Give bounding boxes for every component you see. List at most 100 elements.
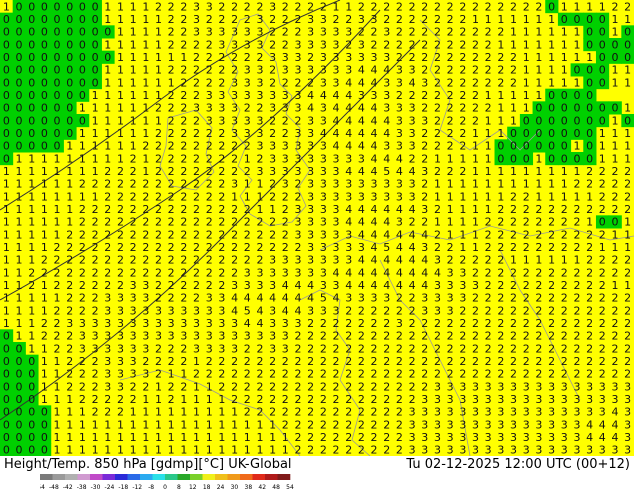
temperature-value: 1: [117, 38, 124, 51]
temperature-value: 3: [218, 89, 225, 102]
temperature-value: 2: [155, 292, 162, 305]
temperature-value: 1: [573, 38, 580, 51]
temperature-value: 0: [54, 0, 61, 13]
temperature-value: 1: [485, 203, 492, 216]
temperature-value: 1: [142, 26, 149, 39]
temperature-value: 2: [130, 393, 137, 406]
temperature-value: 3: [307, 13, 314, 26]
temperature-value: 4: [358, 64, 365, 77]
temperature-value: 1: [66, 216, 73, 229]
temperature-value: 2: [459, 165, 466, 178]
temperature-value: 2: [218, 203, 225, 216]
temperature-value: 2: [168, 127, 175, 140]
temperature-value: 4: [294, 279, 301, 292]
temperature-value: 2: [130, 152, 137, 165]
map-canvas[interactable]: 1000000011112223322223222211222222222222…: [0, 0, 634, 456]
temperature-value: 2: [79, 216, 86, 229]
temperature-value: 3: [206, 26, 213, 39]
temperature-value: 2: [396, 330, 403, 343]
temperature-value: 1: [3, 178, 10, 191]
colorbar-tick-label: 8: [177, 484, 181, 490]
temperature-value: 0: [66, 13, 73, 26]
temperature-value: 2: [548, 368, 555, 381]
temperature-value: 2: [535, 279, 542, 292]
temperature-value: 3: [485, 406, 492, 419]
colorbar-tick-label: -38: [77, 484, 87, 490]
temperature-value: 3: [396, 140, 403, 153]
temperature-value: 1: [548, 190, 555, 203]
temperature-value: 1: [28, 342, 35, 355]
temperature-value: 2: [168, 26, 175, 39]
temperature-value: 2: [168, 342, 175, 355]
temperature-value: 3: [434, 380, 441, 393]
temperature-value: 3: [421, 76, 428, 89]
temperature-value: 1: [193, 431, 200, 444]
temperature-value: 2: [459, 89, 466, 102]
temperature-value: 1: [459, 152, 466, 165]
temperature-value: 1: [54, 165, 61, 178]
temperature-value: 1: [155, 64, 162, 77]
temperature-value: 3: [244, 279, 251, 292]
temperature-value: 2: [447, 241, 454, 254]
temperature-value: 0: [510, 140, 517, 153]
temperature-value: 3: [409, 418, 416, 431]
temperature-value: 2: [206, 38, 213, 51]
temperature-value: 2: [130, 380, 137, 393]
temperature-value: 3: [155, 330, 162, 343]
temperature-value: 2: [193, 64, 200, 77]
temperature-value: 0: [3, 127, 10, 140]
temperature-value: 1: [66, 393, 73, 406]
temperature-value: 1: [41, 380, 48, 393]
temperature-value: 1: [104, 38, 111, 51]
temperature-value: 2: [485, 26, 492, 39]
colorbar-swatch: [240, 474, 253, 480]
temperature-value: 4: [371, 76, 378, 89]
temperature-value: 2: [447, 114, 454, 127]
temperature-value: 2: [168, 228, 175, 241]
temperature-value: 3: [333, 51, 340, 64]
temperature-value: 4: [231, 292, 238, 305]
temperature-value: 0: [548, 127, 555, 140]
temperature-value: 0: [586, 89, 593, 102]
temperature-value: 2: [472, 76, 479, 89]
temperature-value: 4: [333, 127, 340, 140]
temperature-value: 4: [358, 266, 365, 279]
temperature-value: 1: [459, 190, 466, 203]
temperature-value: 2: [358, 330, 365, 343]
temperature-value: 1: [573, 140, 580, 153]
temperature-value: 1: [142, 102, 149, 115]
temperature-value: 1: [28, 152, 35, 165]
temperature-value: 0: [41, 13, 48, 26]
temperature-value: 2: [130, 165, 137, 178]
temperature-value: 2: [624, 317, 631, 330]
temperature-value: 3: [421, 418, 428, 431]
temperature-value: 2: [193, 292, 200, 305]
temperature-value: 1: [611, 152, 618, 165]
temperature-value: 2: [320, 431, 327, 444]
temperature-value: 0: [28, 368, 35, 381]
temperature-value: 0: [561, 13, 568, 26]
colorbar-tick-label: 54: [286, 484, 294, 490]
temperature-value: 1: [104, 13, 111, 26]
temperature-value: 2: [573, 266, 580, 279]
temperature-value: 2: [41, 317, 48, 330]
temperature-value: 0: [104, 26, 111, 39]
temperature-value: 3: [294, 228, 301, 241]
temperature-value: 1: [472, 228, 479, 241]
temperature-value: 2: [396, 38, 403, 51]
temperature-value: 2: [256, 102, 263, 115]
temperature-value: 4: [307, 279, 314, 292]
temperature-value: 2: [497, 368, 504, 381]
temperature-value: 0: [16, 368, 23, 381]
temperature-value: 1: [92, 418, 99, 431]
temperature-value: 3: [244, 266, 251, 279]
temperature-value: 2: [193, 203, 200, 216]
temperature-value: 2: [611, 190, 618, 203]
temperature-value: 2: [155, 165, 162, 178]
temperature-value: 3: [624, 431, 631, 444]
temperature-value: 2: [333, 368, 340, 381]
temperature-value: 2: [573, 279, 580, 292]
temperature-value: 2: [358, 418, 365, 431]
temperature-value: 3: [282, 152, 289, 165]
temperature-value: 1: [535, 13, 542, 26]
